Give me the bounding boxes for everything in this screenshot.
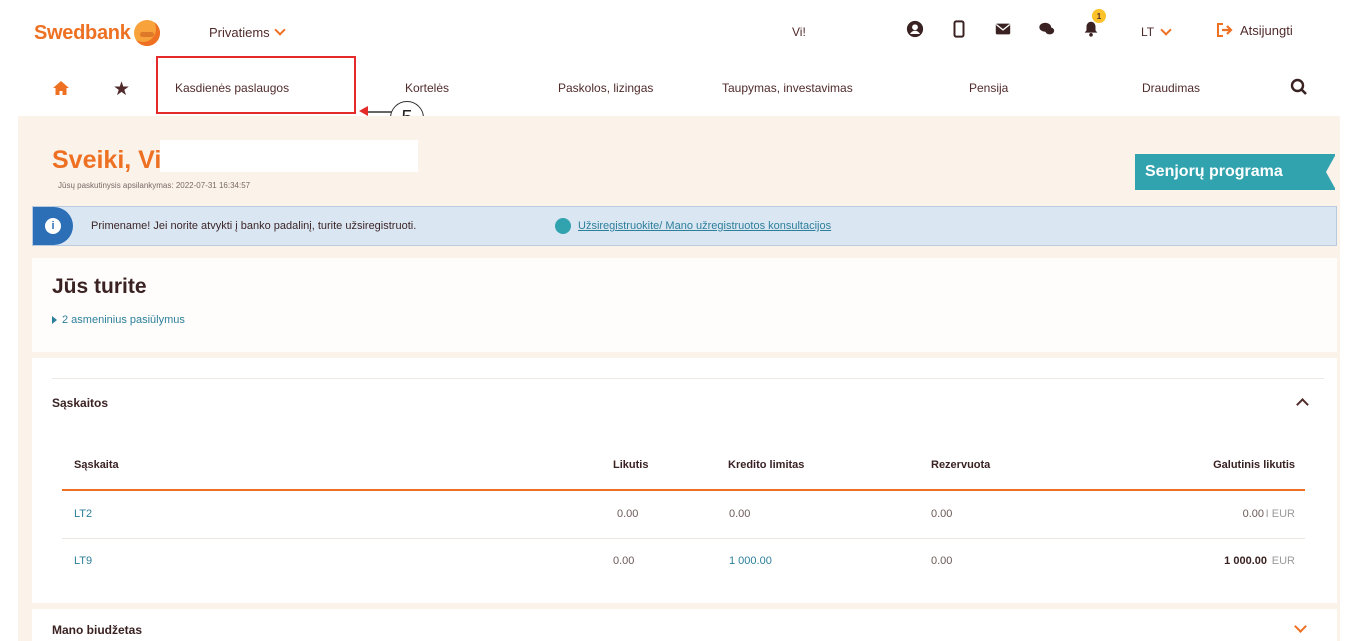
user-icon[interactable]	[904, 18, 926, 40]
top-icon-group: 1	[904, 9, 1124, 40]
info-banner: i Primename! Jei norite atvykti į banko …	[32, 206, 1337, 246]
table-header-line	[62, 489, 1305, 491]
greeting-title: Sveiki, Vi	[52, 146, 162, 174]
account-number[interactable]: LT9	[74, 555, 92, 567]
col-header-reserved: Rezervuota	[931, 459, 991, 471]
col-header-account: Sąskaita	[74, 459, 119, 471]
final-balance-value: 0.00	[1242, 508, 1264, 520]
language-label: LT	[1141, 25, 1155, 39]
offers-title: Jūs turite	[52, 275, 147, 298]
expand-triangle-icon	[52, 316, 57, 324]
logout-button[interactable]: Atsijungti	[1216, 22, 1293, 38]
balance-value: 0.00	[613, 555, 635, 567]
col-header-balance: Likutis	[613, 459, 649, 471]
expand-chevron-icon[interactable]	[1294, 620, 1307, 633]
nav-item-cards[interactable]: Kortelės	[405, 81, 449, 95]
col-header-final-balance: Galutinis likutis	[1213, 459, 1295, 471]
currency-label: I EUR	[1265, 508, 1295, 520]
info-icon-wrap: i	[33, 207, 73, 245]
budget-section[interactable]: Mano biudžetas	[32, 603, 1337, 641]
language-selector[interactable]: LT	[1141, 23, 1172, 39]
nav-item-pension[interactable]: Pensija	[969, 81, 1008, 95]
nav-item-insurance[interactable]: Draudimas	[1142, 81, 1200, 95]
brand-name: Swedbank	[34, 21, 131, 44]
senior-program-banner[interactable]: Senjorų programa	[1135, 154, 1336, 190]
accounts-card: Sąskaitos Sąskaita Likutis Kredito limit…	[32, 358, 1337, 641]
info-text: Primename! Jei norite atvykti į banko pa…	[91, 220, 417, 232]
budget-title: Mano biudžetas	[52, 623, 143, 637]
chevron-down-icon	[1160, 23, 1172, 36]
credit-limit-value: 0.00	[729, 508, 751, 520]
final-balance-value: 1 000.00	[1224, 555, 1267, 567]
favorites-star-icon[interactable]: ★	[113, 78, 130, 101]
offers-link[interactable]: 2 asmeninius pasiūlymus	[52, 314, 185, 326]
offers-card: Jūs turite 2 asmeninius pasiūlymus	[32, 258, 1337, 352]
chevron-down-icon	[274, 24, 286, 36]
top-bar: Swedbank Privatiems Vi! 1 LT Atsijungti	[0, 0, 1350, 64]
logout-label: Atsijungti	[1240, 22, 1293, 38]
balance-value: 0.00	[617, 508, 639, 520]
accounts-title: Sąskaitos	[52, 396, 109, 410]
row-divider	[62, 538, 1305, 539]
chat-icon[interactable]	[1036, 18, 1058, 40]
highlight-box	[156, 56, 356, 114]
offers-link-label: 2 asmeninius pasiūlymus	[62, 314, 185, 326]
redaction-mask	[160, 140, 418, 172]
notification-badge: 1	[1092, 9, 1106, 23]
swedbank-logo[interactable]: Swedbank	[34, 20, 160, 46]
segment-selector[interactable]: Privatiems	[209, 24, 286, 40]
account-number[interactable]: LT2	[74, 508, 92, 520]
mobile-icon[interactable]	[948, 18, 970, 40]
nav-item-loans[interactable]: Paskolos, lizingas	[558, 81, 653, 95]
reserved-value: 0.00	[931, 555, 953, 567]
credit-limit-value[interactable]: 1 000.00	[729, 555, 772, 567]
search-icon[interactable]	[1290, 78, 1308, 99]
mail-icon[interactable]	[992, 18, 1014, 40]
reserved-value: 0.00	[931, 508, 953, 520]
col-header-credit-limit: Kredito limitas	[728, 459, 805, 471]
divider	[52, 378, 1324, 379]
nav-item-savings[interactable]: Taupymas, investavimas	[722, 81, 853, 95]
segment-label: Privatiems	[209, 25, 270, 40]
home-icon[interactable]	[52, 80, 70, 99]
bell-icon[interactable]: 1	[1080, 9, 1106, 40]
user-name: Vi!	[792, 25, 806, 39]
currency-label: EUR	[1271, 555, 1295, 567]
consultation-icon	[555, 218, 571, 234]
registration-link[interactable]: Užsiregistruokite/ Mano užregistruotos k…	[578, 220, 831, 232]
collapse-chevron-icon[interactable]	[1296, 398, 1309, 411]
logo-disc-icon	[133, 20, 160, 46]
logout-icon	[1217, 23, 1233, 37]
info-icon: i	[45, 218, 61, 234]
last-login-text: Jūsų paskutinysis apsilankymas: 2022-07-…	[58, 181, 251, 190]
